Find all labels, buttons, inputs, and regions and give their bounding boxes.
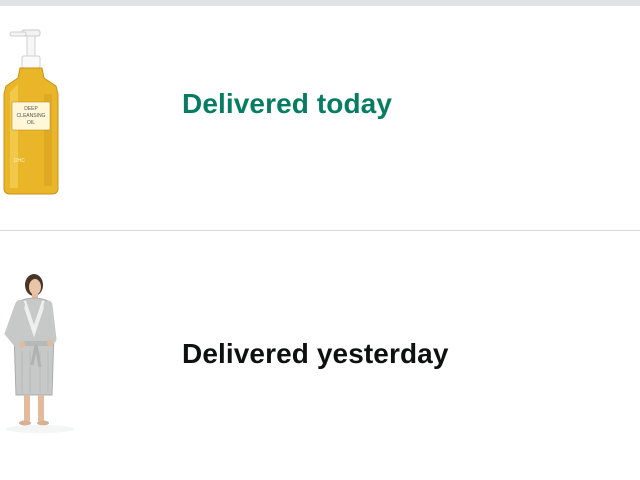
label-line-3: OIL <box>27 120 35 126</box>
delivery-status: Delivered today <box>182 88 393 119</box>
order-row[interactable]: DEEP CLEANSING OIL DHC Delivered today <box>0 6 640 230</box>
brand-mark: DHC <box>14 158 25 164</box>
product-thumbnail[interactable] <box>0 271 92 437</box>
order-row[interactable]: Delivered yesterday <box>0 231 640 480</box>
bathrobe-model-icon <box>4 274 74 433</box>
delivery-status: Delivered yesterday <box>182 338 449 369</box>
label-line-1: DEEP <box>24 106 38 112</box>
label-line-2: CLEANSING <box>17 113 46 119</box>
product-thumbnail[interactable]: DEEP CLEANSING OIL DHC <box>0 28 92 198</box>
orders-page: DEEP CLEANSING OIL DHC Delivered today D… <box>0 0 640 480</box>
cleansing-oil-bottle-icon: DEEP CLEANSING OIL DHC <box>3 29 59 195</box>
